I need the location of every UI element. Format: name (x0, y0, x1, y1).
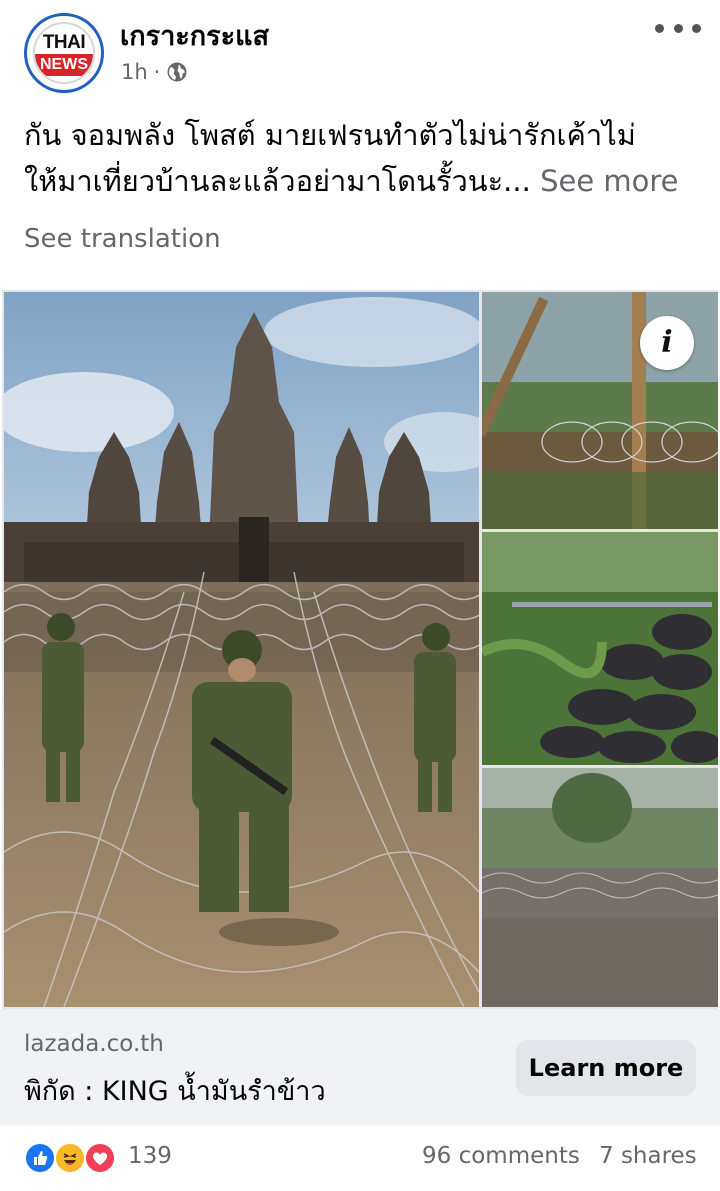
avatar-logo: THAI NEWS (33, 22, 95, 84)
page-name-link[interactable]: เกราะกระแส (120, 14, 269, 57)
caption-line-2-text: ให้มาเที่ยวบ้านละแล้วอย่ามาโดนรั้วนะ... (24, 164, 531, 198)
sandbag-bunker-photo[interactable] (482, 532, 718, 765)
comments-count[interactable]: 96 comments (422, 1143, 580, 1169)
love-icon (84, 1142, 116, 1174)
haha-icon (54, 1142, 86, 1174)
post-header: THAI NEWS เกราะกระแส 1h · (0, 0, 720, 100)
shares-count[interactable]: 7 shares (599, 1143, 697, 1169)
avatar-logo-text-top: THAI (35, 32, 93, 54)
media-grid (2, 290, 718, 1009)
ad-title: พิกัด : KING น้ำมันรำข้าว (24, 1076, 326, 1107)
reaction-icons[interactable] (24, 1142, 124, 1174)
more-dot (673, 23, 683, 33)
barbed-wire-field-photo[interactable] (482, 768, 718, 1007)
post-time[interactable]: 1h (121, 60, 148, 84)
meta-separator: · (153, 60, 161, 84)
see-more-link[interactable]: See more (540, 164, 678, 198)
post-meta: 1h · (121, 60, 188, 84)
learn-more-button[interactable]: Learn more (516, 1040, 696, 1096)
post-caption: กัน จอมพลัง โพสต์ มายเฟรนทำตัวไม่น่ารักเ… (24, 112, 699, 204)
info-icon[interactable]: i (640, 316, 694, 370)
soldiers-at-temple-photo[interactable] (4, 292, 479, 1007)
ad-link-footer[interactable]: lazada.co.th พิกัด : KING น้ำมันรำข้าว L… (0, 1009, 720, 1125)
avatar-logo-text-bottom: NEWS (35, 54, 93, 76)
ad-domain: lazada.co.th (24, 1031, 164, 1057)
see-translation-link[interactable]: See translation (24, 224, 221, 254)
caption-line-2: ให้มาเที่ยวบ้านละแล้วอย่ามาโดนรั้วนะ... … (24, 158, 699, 204)
engagement-bar: 139 96 comments 7 shares (0, 1125, 720, 1191)
globe-icon (166, 61, 188, 83)
caption-line-1: กัน จอมพลัง โพสต์ มายเฟรนทำตัวไม่น่ารักเ… (24, 118, 636, 152)
more-dot (655, 23, 664, 33)
page-avatar[interactable]: THAI NEWS (24, 13, 104, 93)
more-dot (692, 23, 701, 33)
reaction-count[interactable]: 139 (128, 1143, 172, 1169)
more-options-icon[interactable] (655, 14, 701, 42)
like-icon (24, 1142, 56, 1174)
